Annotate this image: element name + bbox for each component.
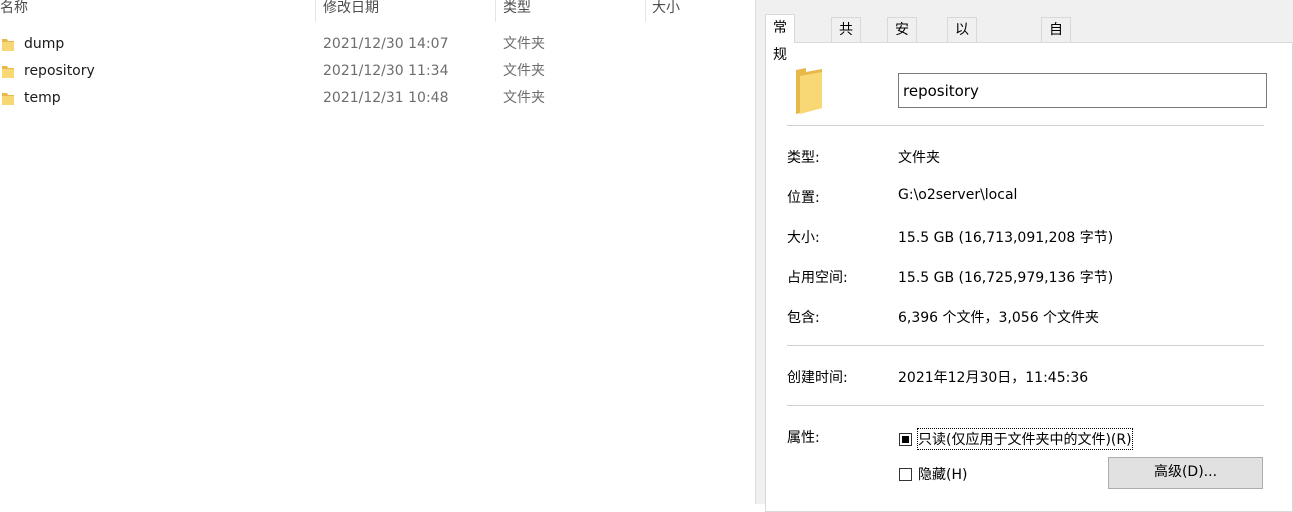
- file-list-pane: 名称 修改日期 类型 大小 dump 2021/12/30 14:07 文件夹 …: [0, 0, 745, 504]
- column-header-size[interactable]: 大小: [652, 0, 680, 21]
- tab-sharing[interactable]: 共享: [831, 17, 861, 63]
- general-panel: 类型: 文件夹 位置: G:\o2server\local 大小: 15.5 G…: [765, 42, 1293, 512]
- divider: [787, 125, 1264, 126]
- column-separator[interactable]: [315, 0, 316, 22]
- location-label: 位置:: [787, 190, 820, 206]
- column-header-name[interactable]: 名称: [0, 0, 28, 21]
- file-type: 文件夹: [503, 36, 545, 52]
- file-type: 文件夹: [503, 90, 545, 106]
- window-gap: [745, 0, 756, 504]
- file-name: dump: [24, 36, 65, 52]
- folder-icon: [796, 68, 822, 114]
- divider: [787, 405, 1264, 406]
- size-label: 大小:: [787, 230, 820, 246]
- tab-general[interactable]: 常规: [765, 14, 795, 63]
- file-modified: 2021/12/31 10:48: [323, 90, 449, 106]
- list-item[interactable]: dump 2021/12/30 14:07 文件夹: [0, 31, 745, 58]
- list-item[interactable]: temp 2021/12/31 10:48 文件夹: [0, 85, 745, 112]
- size-on-disk-value: 15.5 GB (16,725,979,136 字节): [898, 270, 1114, 286]
- properties-dialog: 常规 共享 安全 以前的版本 自定义 类型: 文件夹 位置: G:\o2serv…: [756, 0, 1293, 512]
- folder-icon: [2, 66, 14, 78]
- column-separator[interactable]: [495, 0, 496, 22]
- contains-label: 包含:: [787, 310, 820, 326]
- contains-value: 6,396 个文件，3,056 个文件夹: [898, 310, 1100, 326]
- tab-security[interactable]: 安全: [887, 17, 917, 63]
- tab-previous-versions[interactable]: 以前的版本: [947, 17, 977, 138]
- readonly-label[interactable]: 只读(仅应用于文件夹中的文件)(R): [917, 428, 1133, 450]
- size-value: 15.5 GB (16,713,091,208 字节): [898, 230, 1114, 246]
- file-name: temp: [24, 90, 61, 106]
- hidden-checkbox[interactable]: [899, 468, 912, 481]
- folder-icon: [2, 93, 14, 105]
- divider: [787, 345, 1264, 346]
- tab-customize[interactable]: 自定义: [1041, 17, 1071, 88]
- column-separator[interactable]: [645, 0, 646, 22]
- created-label: 创建时间:: [787, 370, 848, 386]
- size-on-disk-label: 占用空间:: [787, 270, 848, 286]
- file-modified: 2021/12/30 11:34: [323, 63, 449, 79]
- file-modified: 2021/12/30 14:07: [323, 36, 449, 52]
- file-type: 文件夹: [503, 63, 545, 79]
- list-item[interactable]: repository 2021/12/30 11:34 文件夹: [0, 58, 745, 85]
- folder-name-input[interactable]: [898, 73, 1267, 108]
- folder-icon: [2, 39, 14, 51]
- attributes-label: 属性:: [787, 430, 820, 446]
- location-value[interactable]: G:\o2server\local: [898, 187, 1017, 203]
- column-header-modified[interactable]: 修改日期: [323, 0, 379, 21]
- hidden-label[interactable]: 隐藏(H): [918, 464, 967, 484]
- type-label: 类型:: [787, 150, 820, 166]
- type-value: 文件夹: [898, 150, 940, 166]
- file-name: repository: [24, 63, 95, 79]
- readonly-checkbox[interactable]: [899, 433, 912, 446]
- advanced-button[interactable]: 高级(D)...: [1108, 457, 1263, 489]
- created-value: 2021年12月30日，11:45:36: [898, 370, 1089, 386]
- column-header-type[interactable]: 类型: [503, 0, 531, 21]
